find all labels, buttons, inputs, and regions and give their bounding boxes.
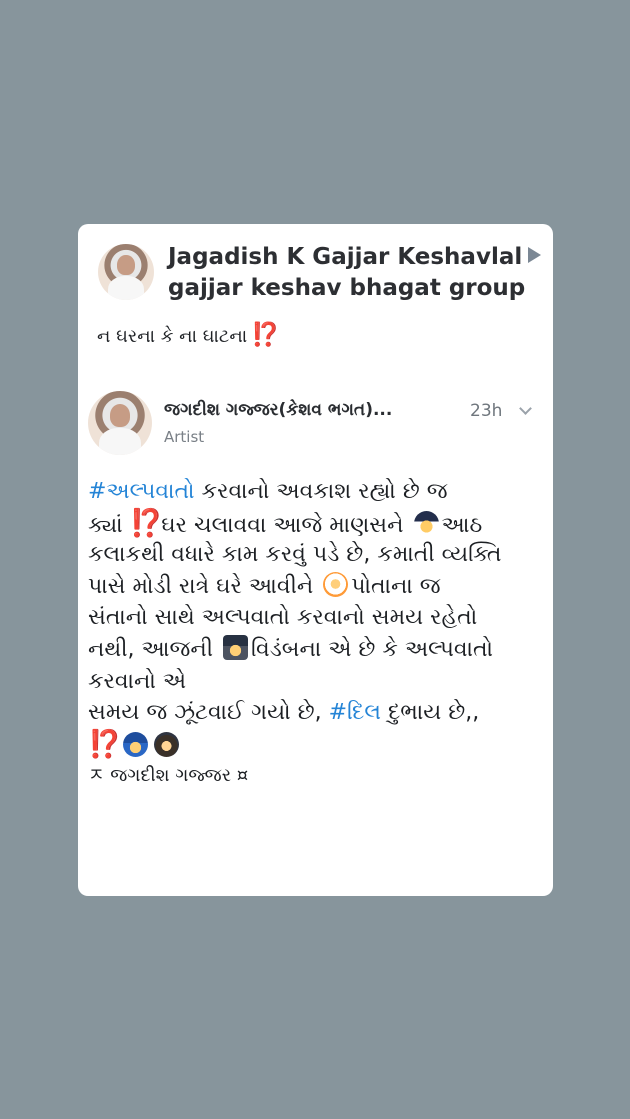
- body-text: નથી, આજની: [88, 636, 221, 662]
- sharer-avatar[interactable]: [98, 244, 154, 300]
- body-text: પોતાના જ: [351, 573, 441, 599]
- author-role: Artist: [164, 428, 205, 446]
- author-avatar[interactable]: [88, 391, 152, 455]
- chevron-down-icon[interactable]: [519, 402, 532, 415]
- body-line-3: કલાકથી વધારે કામ કરવું પડે છે, કમાતી વ્ય…: [88, 542, 502, 568]
- man-pilot-icon: [413, 510, 439, 536]
- body-text: દુભાય છે,,: [380, 700, 480, 726]
- shared-post-card: Jagadish K Gajjar Keshavlal gajjar kesha…: [78, 224, 553, 896]
- share-header: Jagadish K Gajjar Keshavlal gajjar kesha…: [98, 242, 541, 308]
- body-text: ઘર ચલાવવા આજે માણસને: [161, 512, 411, 538]
- avatar-face: [109, 403, 131, 427]
- body-line-8: સમય જ ઝૂંટવાઈ ગયો છે, #દિલ દુભાય છે,,: [88, 697, 543, 729]
- body-line-6: નથી, આજની વિડંબના એ છે કે અલ્પવાતો: [88, 634, 543, 666]
- body-text: કરવાનો અવકાશ રહ્યો છે જ: [194, 479, 448, 504]
- body-text: આઠ: [441, 512, 483, 538]
- post-time: 23h: [470, 401, 503, 421]
- hashtag-alpvato[interactable]: #અલ્પવાતો: [88, 479, 195, 504]
- post-body: #અલ્પવાતો કરવાનો અવકાશ રહ્યો છે જ ક્યાં …: [88, 476, 543, 792]
- question-exclamation-icon: ⁉️: [88, 728, 122, 760]
- arrow-right-icon: [528, 247, 541, 263]
- original-post-header: જગદીશ ગજ્જર(કેશવ ભગત)... Artist 23h: [88, 391, 532, 461]
- sharer-name[interactable]: Jagadish K Gajjar Keshavlal: [168, 242, 522, 272]
- caption-text: ન ઘરના કે ના ઘાટના: [97, 326, 248, 347]
- body-text: સમય જ ઝૂંટવાઈ ગયો છે,: [88, 700, 329, 726]
- avatar-face: [117, 255, 135, 276]
- police-officer-icon: [122, 731, 148, 757]
- group-name[interactable]: gajjar keshav bhagat group: [168, 273, 538, 303]
- astronaut-icon: [323, 571, 349, 597]
- body-line-7: કરવાનો એ: [88, 668, 187, 694]
- avatar-shirt: [98, 428, 142, 455]
- hashtag-dil[interactable]: #દિલ: [329, 700, 381, 725]
- body-line-4: પાસે મોડી રાત્રે ઘરે આવીને પોતાના જ: [88, 571, 543, 603]
- body-line-9: ⁉️: [88, 729, 543, 761]
- body-line-2: ક્યાં ⁉️ઘર ચલાવવા આજે માણસને આઠ: [88, 508, 543, 540]
- share-caption: ન ઘરના કે ના ઘાટના ⁉️: [97, 321, 280, 351]
- woman-icon: [153, 731, 179, 757]
- body-text: પાસે મોડી રાત્રે ઘરે આવીને: [88, 573, 321, 599]
- author-name[interactable]: જગદીશ ગજ્જર(કેશવ ભગત)...: [164, 397, 434, 423]
- body-text: ક્યાં: [88, 512, 130, 538]
- graduate-icon: [223, 634, 249, 660]
- body-text: વિડંબના એ છે કે અલ્પવાતો: [251, 636, 494, 662]
- avatar-shirt: [107, 276, 145, 300]
- question-exclamation-icon: ⁉️: [129, 507, 164, 539]
- caption-question-exclamation: ⁉️: [251, 322, 280, 348]
- body-line-5: સંતાનો સાથે અલ્પવાતો કરવાનો સમય રહેતો: [88, 605, 478, 631]
- body-line-1: #અલ્પવાતો કરવાનો અવકાશ રહ્યો છે જ: [88, 476, 543, 508]
- signature: ㅈ જગદીશ ગજ્જર ¤: [88, 765, 249, 787]
